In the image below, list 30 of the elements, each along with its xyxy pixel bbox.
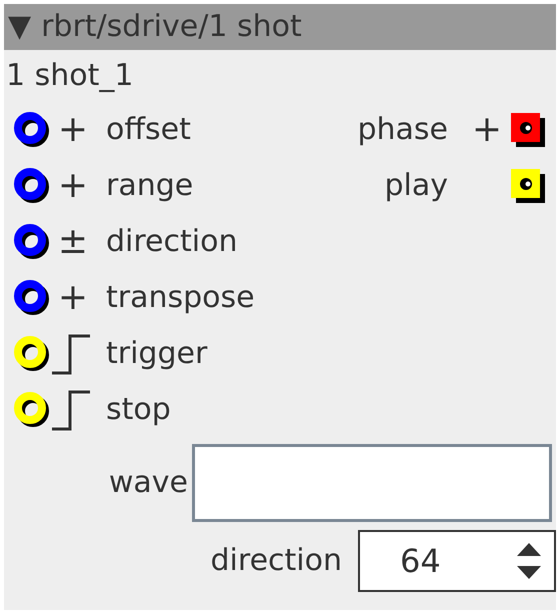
spinner-value: 64 — [400, 545, 442, 577]
collapse-toggle[interactable]: ▼ — [8, 12, 32, 42]
sign-label: + — [56, 168, 90, 204]
inlet-ring-icon[interactable] — [14, 112, 50, 148]
inlet-label: direction — [106, 227, 238, 257]
sign-label: + — [470, 112, 504, 148]
field-label: direction — [210, 546, 342, 576]
inlet-ring-icon[interactable] — [14, 224, 50, 260]
inlet-ring-icon[interactable] — [14, 392, 50, 428]
inlet-ring-icon[interactable] — [14, 280, 50, 316]
spin-arrows-icon[interactable] — [516, 542, 542, 580]
sign-label: + — [56, 280, 90, 316]
outlet-square-icon[interactable] — [510, 112, 546, 148]
field-label: wave — [108, 468, 188, 498]
inlet-label: trigger — [106, 339, 208, 369]
module-title: rbrt/sdrive/1 shot — [41, 12, 302, 42]
inlet-label: range — [106, 171, 194, 201]
outlet-square-icon[interactable] — [510, 168, 546, 204]
sign-label: + — [56, 112, 90, 148]
inlet-label: transpose — [106, 283, 255, 313]
inlet-label: stop — [106, 395, 171, 425]
inlet-label: offset — [106, 115, 191, 145]
instance-name: 1 shot_1 — [5, 57, 134, 95]
outlet-label: phase — [357, 115, 448, 145]
outlet-label: play — [384, 171, 448, 201]
text-field[interactable] — [192, 444, 552, 522]
inlet-ring-icon[interactable] — [14, 168, 50, 204]
sign-label: ± — [56, 224, 90, 260]
inlet-ring-icon[interactable] — [14, 336, 50, 372]
number-spinner[interactable]: 64 — [358, 530, 556, 592]
